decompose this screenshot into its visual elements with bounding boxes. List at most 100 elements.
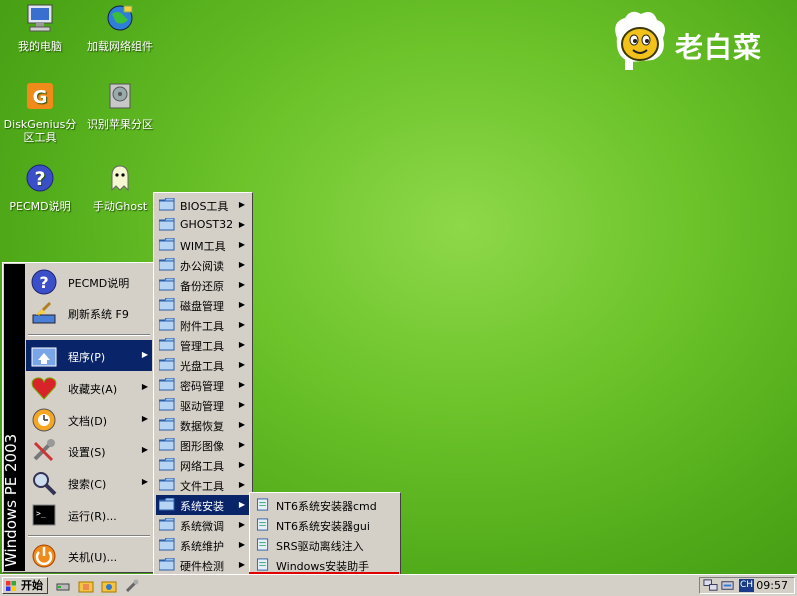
submenu-arrow-icon: ▶ (238, 440, 245, 449)
submenu-arrow-icon: ▶ (238, 360, 245, 369)
programs-menu-item[interactable]: 办公阅读 ▶ (156, 255, 250, 275)
programs-menu-item[interactable]: 附件工具 ▶ (156, 315, 250, 335)
install-menu-item[interactable]: SRS驱动离线注入 (252, 535, 398, 555)
submenu-arrow-icon: ▶ (238, 340, 245, 349)
start-menu-item-label: 文档(D) (68, 415, 108, 428)
programs-menu-item[interactable]: 系统维护 ▶ (156, 535, 250, 555)
settings-tools-icon (33, 439, 55, 462)
language-indicator[interactable]: CH (739, 579, 754, 592)
programs-menu-item-label: 管理工具 (180, 340, 224, 353)
programs-menu-item[interactable]: 网络工具 ▶ (156, 455, 250, 475)
programs-menu-item-label: 数据恢复 (180, 420, 224, 433)
start-menu-item-refresh[interactable]: 刷新系统 F9 (26, 297, 152, 328)
folder-icon (159, 438, 175, 451)
programs-menu-item-label: 系统安装 (180, 500, 224, 513)
programs-menu-item[interactable]: 文件工具 ▶ (156, 475, 250, 495)
folder-icon (159, 238, 175, 251)
install-menu-item-label: NT6系统安装器cmd (276, 500, 377, 513)
programs-menu-item[interactable]: 驱动管理 ▶ (156, 395, 250, 415)
start-menu-item-label: PECMD说明 (68, 277, 130, 290)
folder-icon (159, 298, 175, 311)
programs-menu-item-label: 硬件检测 (180, 560, 224, 573)
submenu-arrow-icon: ▶ (141, 477, 148, 486)
programs-menu-item[interactable]: 磁盘管理 ▶ (156, 295, 250, 315)
programs-menu-item[interactable]: 数据恢复 ▶ (156, 415, 250, 435)
shutdown-icon (32, 544, 56, 568)
folder-icon[interactable] (78, 578, 94, 594)
folder-icon (159, 558, 175, 571)
desktop-icon-label: 识别苹果分区 (87, 118, 153, 131)
submenu-arrow-icon: ▶ (238, 420, 245, 429)
desktop-icon-label: 加载网络组件 (87, 40, 153, 53)
folder-icon (159, 378, 175, 391)
desktop-icon-my-computer[interactable]: 我的电脑 (0, 2, 80, 53)
programs-menu-item[interactable]: 备份还原 ▶ (156, 275, 250, 295)
programs-menu-item[interactable]: 图形图像 ▶ (156, 435, 250, 455)
search-magnifier-icon (33, 472, 57, 496)
programs-menu-item[interactable]: 硬件检测 ▶ (156, 555, 250, 575)
start-button[interactable]: 开始 (2, 577, 48, 594)
folder-icon (159, 538, 175, 551)
programs-menu-item-label: GHOST32 (180, 218, 234, 231)
start-menu-item-search[interactable]: 搜索(C) ▶ (26, 467, 152, 498)
programs-menu-item[interactable]: BIOS工具 ▶ (156, 195, 250, 215)
programs-menu-item[interactable]: WIM工具 ▶ (156, 235, 250, 255)
device-tray-icon[interactable] (720, 578, 735, 593)
desktop-icon-label: 手动Ghost (92, 200, 148, 213)
start-menu-item-favorites[interactable]: 收藏夹(A) ▶ (26, 372, 152, 403)
submenu-arrow-icon: ▶ (141, 382, 148, 391)
start-menu-item-programs[interactable]: 程序(P) ▶ (26, 340, 152, 371)
run-console-icon: >_ (32, 504, 56, 526)
clock[interactable]: 09:57 (756, 579, 788, 592)
programs-menu-item[interactable]: 系统安装 ▶ (156, 495, 250, 515)
start-menu-item-label: 设置(S) (68, 446, 106, 459)
programs-menu-item[interactable]: 光盘工具 ▶ (156, 355, 250, 375)
submenu-arrow-icon: ▶ (238, 560, 245, 569)
submenu-arrow-icon: ▶ (238, 460, 245, 469)
banner-text: Windows PE 2003 (2, 433, 20, 567)
folder-icon (159, 258, 175, 271)
drive-icon[interactable] (55, 578, 71, 594)
programs-menu-item-label: 网络工具 (180, 460, 224, 473)
desktop-icon-label: DiskGenius分区工具 (3, 118, 77, 144)
diskgenius-icon: G (27, 83, 53, 109)
desktop-icon-diskgenius[interactable]: G DiskGenius分区工具 (0, 80, 80, 144)
folder-icon (159, 498, 175, 511)
explorer-icon[interactable] (101, 578, 117, 594)
start-menu-item-pecmd-help[interactable]: ? PECMD说明 (26, 266, 152, 297)
help-icon: ? (31, 269, 57, 295)
installer-icon (256, 518, 269, 531)
submenu-arrow-icon: ▶ (238, 540, 245, 549)
submenu-arrow-icon: ▶ (238, 320, 245, 329)
desktop-icon-pecmd-help[interactable]: ? PECMD说明 (0, 162, 80, 213)
computer-icon (27, 4, 53, 32)
folder-icon (159, 358, 175, 371)
folder-icon (159, 518, 175, 531)
programs-menu-item[interactable]: 系统微调 ▶ (156, 515, 250, 535)
start-menu-item-settings[interactable]: 设置(S) ▶ (26, 435, 152, 466)
network-tray-icon[interactable] (703, 578, 718, 593)
start-menu-item-label: 刷新系统 F9 (68, 308, 129, 321)
windows-assistant-icon (256, 558, 269, 571)
submenu-arrow-icon: ▶ (238, 480, 245, 489)
programs-menu-item[interactable]: 管理工具 ▶ (156, 335, 250, 355)
install-menu-item[interactable]: NT6系统安装器cmd (252, 495, 398, 515)
programs-menu-item-label: 驱动管理 (180, 400, 224, 413)
programs-menu-item-label: BIOS工具 (180, 200, 229, 213)
programs-menu-item[interactable]: GHOST32 ▶ (156, 215, 250, 235)
install-menu-item-label: SRS驱动离线注入 (276, 540, 364, 553)
start-menu-item-shutdown[interactable]: 关机(U)... (26, 540, 152, 571)
install-menu-item[interactable]: NT6系统安装器gui (252, 515, 398, 535)
windows-logo-icon (6, 581, 16, 591)
tool-icon[interactable] (124, 578, 140, 594)
desktop-icon-ghost[interactable]: 手动Ghost (80, 162, 160, 213)
programs-menu-item-label: WIM工具 (180, 240, 226, 253)
start-menu-item-documents[interactable]: 文档(D) ▶ (26, 404, 152, 435)
start-menu-item-run[interactable]: >_ 运行(R)... (26, 499, 152, 530)
desktop-icon-network[interactable]: 加载网络组件 (80, 2, 160, 53)
taskbar: 开始 CH 09:57 (0, 574, 797, 596)
programs-menu-item[interactable]: 密码管理 ▶ (156, 375, 250, 395)
system-tray: CH 09:57 (699, 577, 795, 594)
start-menu-item-label: 程序(P) (68, 351, 106, 364)
desktop-icon-apple-partition[interactable]: 识别苹果分区 (80, 80, 160, 131)
